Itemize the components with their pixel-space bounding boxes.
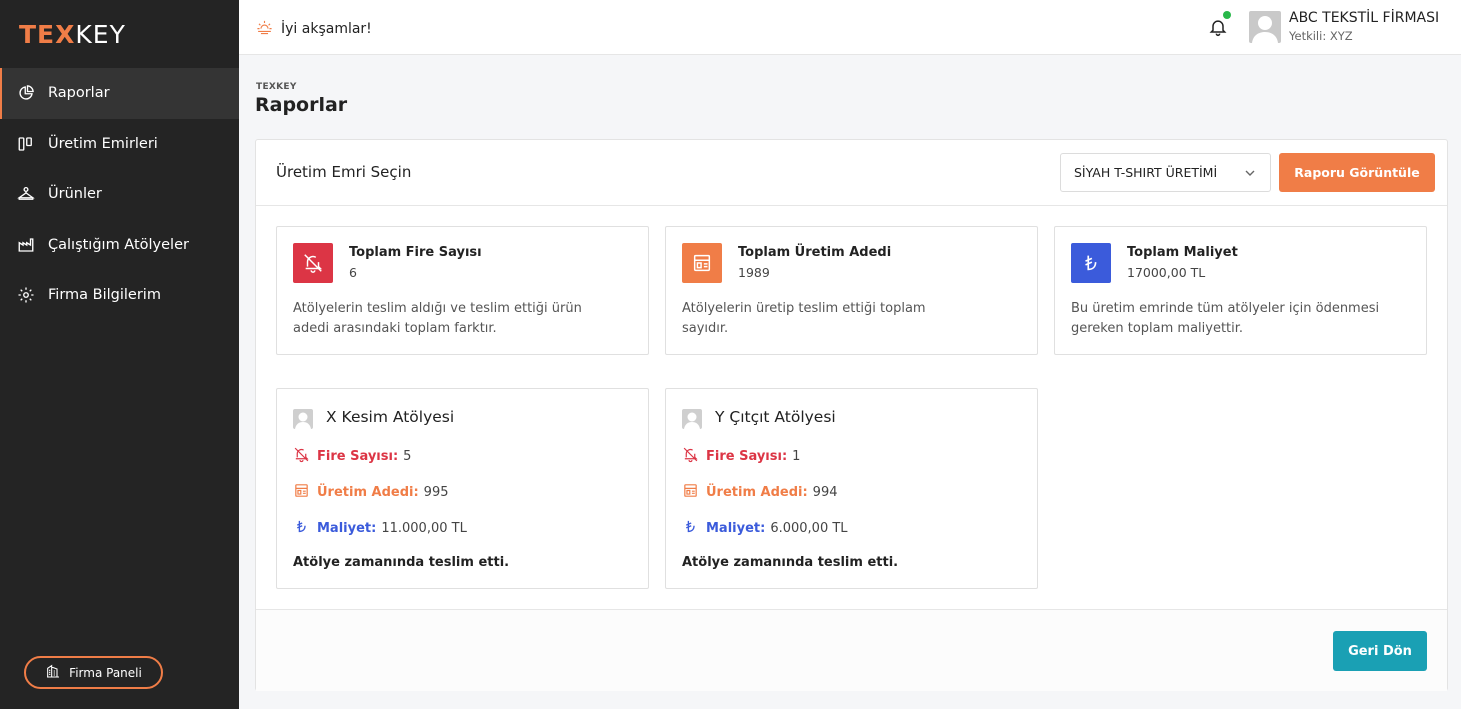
chevron-down-icon [1244,167,1256,179]
view-report-button[interactable]: Raporu Görüntüle [1279,153,1435,192]
firma-paneli-button[interactable]: Firma Paneli [24,656,163,689]
production-row: Üretim Adedi: 994 [682,482,838,503]
cost-label: Maliyet: [317,521,377,536]
page-title: Raporlar [255,94,348,116]
order-select[interactable]: SİYAH T-SHIRT ÜRETİMİ [1060,153,1271,192]
back-button[interactable]: Geri Dön [1333,631,1427,671]
workshop-name: Y Çıtçıt Atölyesi [715,408,836,426]
sunset-icon [256,18,273,39]
lira-icon [293,518,317,539]
stat-title: Toplam Maliyet [1127,245,1238,260]
workshop-name: X Kesim Atölyesi [326,408,455,426]
kanban-icon [17,135,35,153]
sidebar-nav: Raporlar Üretim Emirleri Ürünler Çalıştı… [0,68,239,321]
avatar [293,409,313,429]
sidebar-item-calistigim-atolyeler[interactable]: Çalıştığım Atölyeler [0,220,239,271]
bell-off-icon [293,243,333,283]
stat-description: Atölyelerin üretip teslim ettiği toplam … [682,301,926,336]
production-value: 995 [423,485,449,500]
avatar [682,409,702,429]
stat-value: 1989 [738,265,770,280]
company-authorized: Yetkili: XYZ [1289,29,1353,43]
breadcrumb: TEXKEY [256,82,297,92]
fire-row: Fire Sayısı: 5 [293,446,411,467]
workshop-card: X Kesim Atölyesi Fire Sayısı: 5 Üretim A… [276,388,649,589]
cost-label: Maliyet: [706,521,766,536]
lira-icon [682,518,706,539]
delivery-note: Atölye zamanında teslim etti. [293,555,510,570]
layout-list-icon [293,482,317,503]
greeting-text: İyi akşamlar! [281,20,372,37]
cost-value: 11.000,00 TL [381,521,467,536]
sidebar-item-label: Üretim Emirleri [48,135,158,152]
stat-description: Atölyelerin teslim aldığı ve teslim etti… [293,301,582,336]
order-select-value: SİYAH T-SHIRT ÜRETİMİ [1074,165,1218,180]
gear-icon [17,286,35,304]
lira-icon [1071,243,1111,283]
sidebar-item-uretim-emirleri[interactable]: Üretim Emirleri [0,119,239,170]
sidebar-item-label: Raporlar [48,85,110,102]
fire-label: Fire Sayısı: [706,449,788,464]
sidebar: TEXKEY Raporlar Üretim Emirleri Ürünler … [0,0,239,709]
stat-card-cost: Toplam Maliyet 17000,00 TL Bu üretim emr… [1054,226,1427,355]
stat-card-fire: Toplam Fire Sayısı 6 Atölyelerin teslim … [276,226,649,355]
layout-list-icon [682,243,722,283]
company-name: ABC TEKSTİL FİRMASI [1289,10,1440,26]
sidebar-item-label: Firma Bilgilerim [48,287,161,304]
building-icon [45,663,61,682]
delivery-note: Atölye zamanında teslim etti. [682,555,899,570]
report-card: Üretim Emri Seçin SİYAH T-SHIRT ÜRETİMİ … [255,139,1448,691]
firma-paneli-label: Firma Paneli [69,665,142,680]
stat-card-production: Toplam Üretim Adedi 1989 Atölyelerin üre… [665,226,1038,355]
fire-label: Fire Sayısı: [317,449,399,464]
stat-title: Toplam Üretim Adedi [738,245,892,260]
bell-off-icon [293,446,317,467]
greeting: İyi akşamlar! [256,18,372,39]
sidebar-item-label: Çalıştığım Atölyeler [48,236,189,253]
hanger-icon [17,185,35,203]
fire-row: Fire Sayısı: 1 [682,446,800,467]
stat-value: 6 [349,265,357,280]
avatar[interactable] [1249,11,1281,43]
fire-value: 1 [792,449,801,464]
fire-value: 5 [403,449,412,464]
workshop-card: Y Çıtçıt Atölyesi Fire Sayısı: 1 Üretim … [665,388,1038,589]
brand-logo[interactable]: TEXKEY [19,20,126,49]
production-label: Üretim Adedi: [706,485,808,500]
layout-list-icon [682,482,706,503]
notification-dot [1223,11,1231,19]
bell-off-icon [682,446,706,467]
production-value: 994 [812,485,838,500]
topbar: İyi akşamlar! ABC TEKSTİL FİRMASI Yetkil… [239,0,1461,55]
pie-chart-icon [17,84,35,102]
stat-value: 17000,00 TL [1127,265,1206,280]
cost-row: Maliyet: 6.000,00 TL [682,518,848,539]
report-card-header: Üretim Emri Seçin SİYAH T-SHIRT ÜRETİMİ … [256,140,1447,206]
report-card-footer: Geri Dön [256,609,1447,691]
select-order-label: Üretim Emri Seçin [276,163,412,181]
stat-description: Bu üretim emrinde tüm atölyeler için öde… [1071,301,1380,336]
bell-icon[interactable] [1208,17,1228,37]
production-label: Üretim Adedi: [317,485,419,500]
sidebar-item-urunler[interactable]: Ürünler [0,169,239,220]
sidebar-item-label: Ürünler [48,186,102,203]
sidebar-item-raporlar[interactable]: Raporlar [0,68,239,119]
sidebar-item-firma-bilgilerim[interactable]: Firma Bilgilerim [0,270,239,321]
cost-row: Maliyet: 11.000,00 TL [293,518,467,539]
production-row: Üretim Adedi: 995 [293,482,449,503]
factory-icon [17,236,35,254]
stat-title: Toplam Fire Sayısı [349,245,482,260]
cost-value: 6.000,00 TL [770,521,848,536]
